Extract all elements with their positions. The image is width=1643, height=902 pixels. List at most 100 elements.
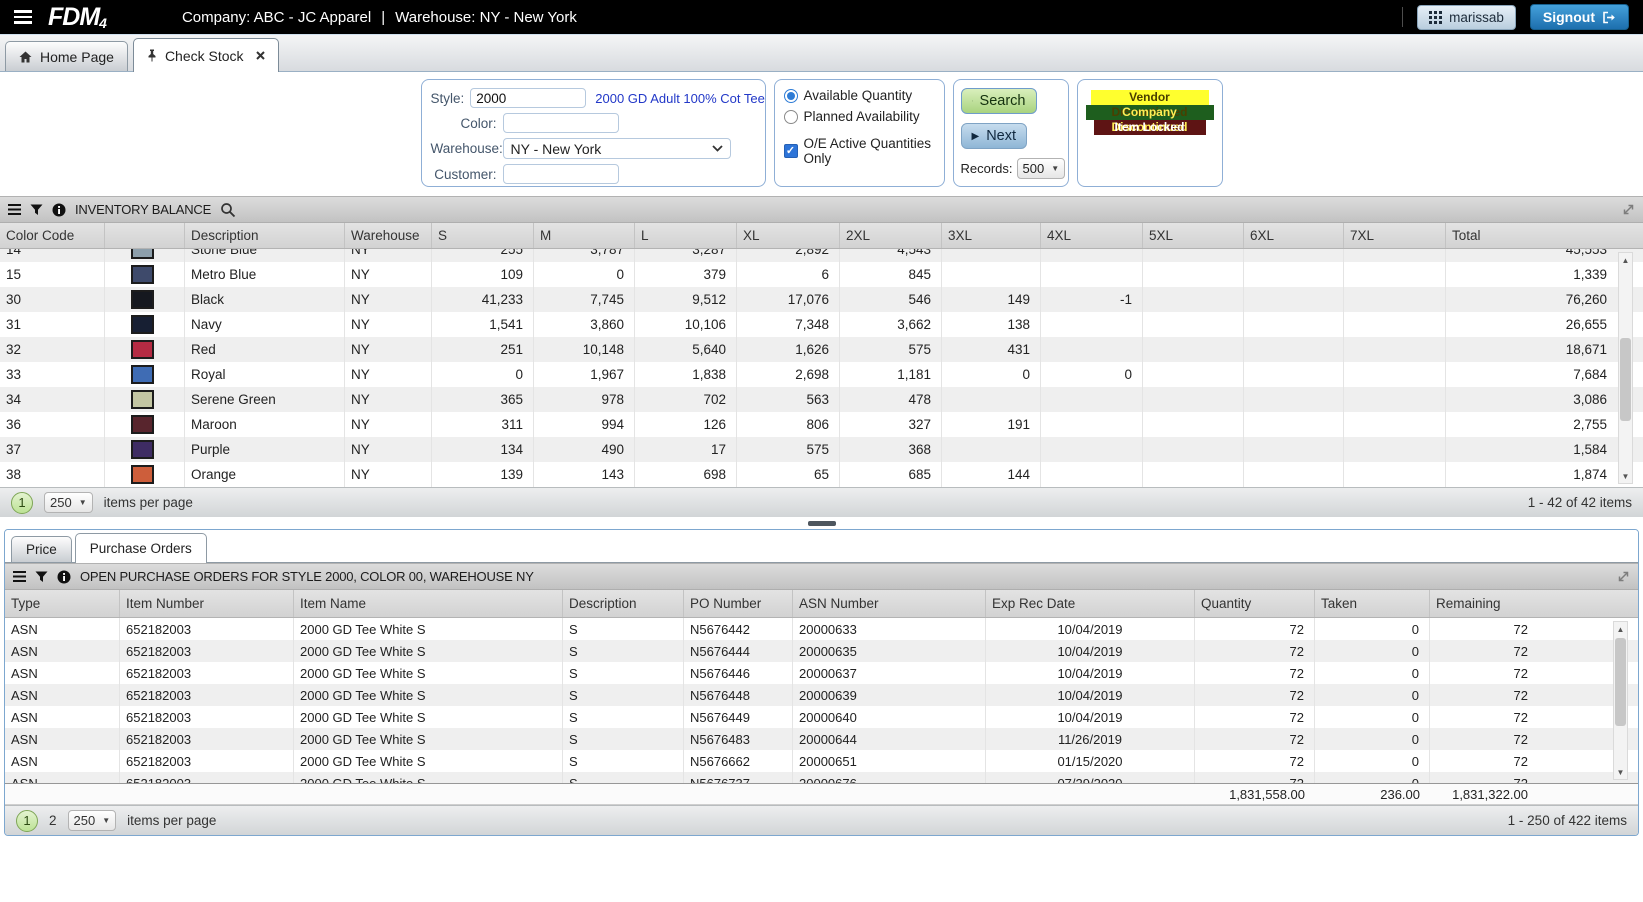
expand-icon[interactable]	[1622, 203, 1635, 216]
table-row[interactable]: 38OrangeNY139143698656851441,874	[0, 462, 1643, 487]
column-header[interactable]: ASN Number	[793, 590, 986, 617]
column-header[interactable]: S	[432, 223, 534, 248]
scroll-up-arrow[interactable]: ▲	[1619, 253, 1632, 267]
table-row[interactable]: 37PurpleNY134490175753681,584	[0, 437, 1643, 462]
style-description-link[interactable]: 2000 GD Adult 100% Cot Tee	[595, 91, 765, 106]
scroll-down-arrow[interactable]: ▼	[1619, 469, 1632, 483]
page-1-button[interactable]: 1	[16, 810, 38, 832]
inventory-scrollbar[interactable]: ▲ ▼	[1618, 252, 1633, 484]
column-header[interactable]: Color Code	[0, 223, 105, 248]
table-row[interactable]: ASN6521820032000 GD Tee White SSN5676662…	[5, 750, 1638, 772]
table-row[interactable]: 36MaroonNY3119941268063271912,755	[0, 412, 1643, 437]
filter-icon[interactable]	[35, 571, 48, 583]
column-header[interactable]: 6XL	[1244, 223, 1344, 248]
cell-qty-total: 76,260	[1446, 287, 1643, 312]
warehouse-select[interactable]: NY - New York	[503, 138, 731, 159]
grid-menu-icon[interactable]	[13, 571, 26, 582]
tab-check-stock[interactable]: Check Stock	[133, 38, 279, 72]
checkbox-oe-active[interactable]: ✓ O/E Active Quantities Only	[784, 136, 935, 166]
cell-item-number: 652182003	[120, 618, 294, 640]
table-row[interactable]: 33RoyalNY01,9671,8382,6981,181007,684	[0, 362, 1643, 387]
grid-search-icon[interactable]	[220, 202, 236, 218]
table-row[interactable]: ASN6521820032000 GD Tee White SSN5676442…	[5, 618, 1638, 640]
column-header[interactable]: Item Name	[294, 590, 563, 617]
table-row[interactable]: 15Metro BlueNY109037968451,339	[0, 262, 1643, 287]
column-header[interactable]: Warehouse	[345, 223, 432, 248]
items-range: 1 - 42 of 42 items	[1528, 495, 1632, 510]
next-button[interactable]: ▶ Next	[961, 123, 1027, 149]
radio-planned-availability[interactable]: Planned Availability	[784, 109, 935, 124]
signout-button[interactable]: Signout	[1530, 4, 1629, 30]
radio-label: Planned Availability	[804, 109, 920, 124]
tab-purchase-orders[interactable]: Purchase Orders	[75, 533, 207, 563]
table-row[interactable]: 31NavyNY1,5413,86010,1067,3483,66213826,…	[0, 312, 1643, 337]
search-button[interactable]: Search	[961, 88, 1037, 114]
style-input[interactable]	[470, 88, 586, 108]
column-header[interactable]: Description	[185, 223, 345, 248]
table-row[interactable]: 14Stone BlueNY2553,7873,2872,8924,54345,…	[0, 249, 1643, 262]
items-per-page-select[interactable]: 250 ▼	[68, 810, 117, 831]
po-scrollbar[interactable]: ▲ ▼	[1613, 621, 1628, 780]
column-header[interactable]: Total	[1446, 223, 1643, 248]
column-header[interactable]: 7XL	[1344, 223, 1446, 248]
column-header[interactable]: Description	[563, 590, 684, 617]
grid-menu-icon[interactable]	[8, 204, 21, 215]
column-header[interactable]: Quantity	[1195, 590, 1315, 617]
totals-row: 1,831,558.00 236.00 1,831,322.00	[5, 783, 1638, 805]
cell-qty-total: 1,584	[1446, 437, 1643, 462]
column-header[interactable]: Item Number	[120, 590, 294, 617]
column-header[interactable]: 2XL	[840, 223, 942, 248]
page-2-link[interactable]: 2	[49, 813, 57, 828]
customer-input[interactable]	[503, 164, 619, 184]
column-header[interactable]: Type	[5, 590, 120, 617]
column-header[interactable]: Taken	[1315, 590, 1430, 617]
table-row[interactable]: ASN6521820032000 GD Tee White SSN5676444…	[5, 640, 1638, 662]
table-row[interactable]: ASN6521820032000 GD Tee White SSN5676448…	[5, 684, 1638, 706]
signout-label: Signout	[1543, 9, 1595, 25]
scroll-up-arrow[interactable]: ▲	[1614, 622, 1627, 636]
scrollbar-thumb[interactable]	[1615, 638, 1626, 726]
splitter-handle[interactable]	[808, 521, 836, 526]
color-swatch	[131, 340, 154, 359]
column-header[interactable]: PO Number	[684, 590, 793, 617]
table-row[interactable]: ASN6521820032000 GD Tee White SSN5676449…	[5, 706, 1638, 728]
color-input[interactable]	[503, 113, 619, 133]
column-header[interactable]: M	[534, 223, 635, 248]
column-header[interactable]	[105, 223, 185, 248]
user-menu-button[interactable]: marissab	[1417, 5, 1516, 30]
tab-home-page[interactable]: Home Page	[5, 41, 128, 71]
cell-qty-6xl	[1244, 437, 1344, 462]
tab-price[interactable]: Price	[11, 536, 72, 562]
scroll-down-arrow[interactable]: ▼	[1614, 765, 1627, 779]
table-row[interactable]: ASN6521820032000 GD Tee White SSN5676737…	[5, 772, 1638, 783]
cell-item-name: 2000 GD Tee White S	[294, 772, 563, 783]
items-per-page-select[interactable]: 250 ▼	[44, 492, 93, 513]
info-icon[interactable]	[52, 203, 66, 217]
column-header[interactable]: 4XL	[1041, 223, 1143, 248]
cell-exp-rec-date: 10/04/2019	[986, 662, 1195, 684]
scrollbar-thumb[interactable]	[1620, 338, 1631, 421]
tab-label: Price	[26, 542, 57, 557]
info-icon[interactable]	[57, 570, 71, 584]
cell-warehouse: NY	[345, 287, 432, 312]
column-header[interactable]: Remaining	[1430, 590, 1638, 617]
color-swatch	[131, 465, 154, 484]
page-1-button[interactable]: 1	[11, 492, 33, 514]
column-header[interactable]: 5XL	[1143, 223, 1244, 248]
records-select[interactable]: 500 ▼	[1017, 158, 1066, 179]
expand-icon[interactable]	[1617, 570, 1630, 583]
legend-vendor-discontinued: Vendor Discontinued	[1091, 90, 1209, 105]
menu-icon[interactable]	[14, 10, 32, 24]
table-row[interactable]: 34Serene GreenNY3659787025634783,086	[0, 387, 1643, 412]
table-row[interactable]: ASN6521820032000 GD Tee White SSN5676483…	[5, 728, 1638, 750]
column-header[interactable]: L	[635, 223, 737, 248]
table-row[interactable]: 30BlackNY41,2337,7459,51217,076546149-17…	[0, 287, 1643, 312]
table-row[interactable]: ASN6521820032000 GD Tee White SSN5676446…	[5, 662, 1638, 684]
filter-icon[interactable]	[30, 204, 43, 216]
radio-available-quantity[interactable]: Available Quantity	[784, 88, 935, 103]
column-header[interactable]: XL	[737, 223, 840, 248]
close-icon[interactable]	[256, 51, 265, 60]
table-row[interactable]: 32RedNY25110,1485,6401,62657543118,671	[0, 337, 1643, 362]
column-header[interactable]: Exp Rec Date	[986, 590, 1195, 617]
column-header[interactable]: 3XL	[942, 223, 1041, 248]
